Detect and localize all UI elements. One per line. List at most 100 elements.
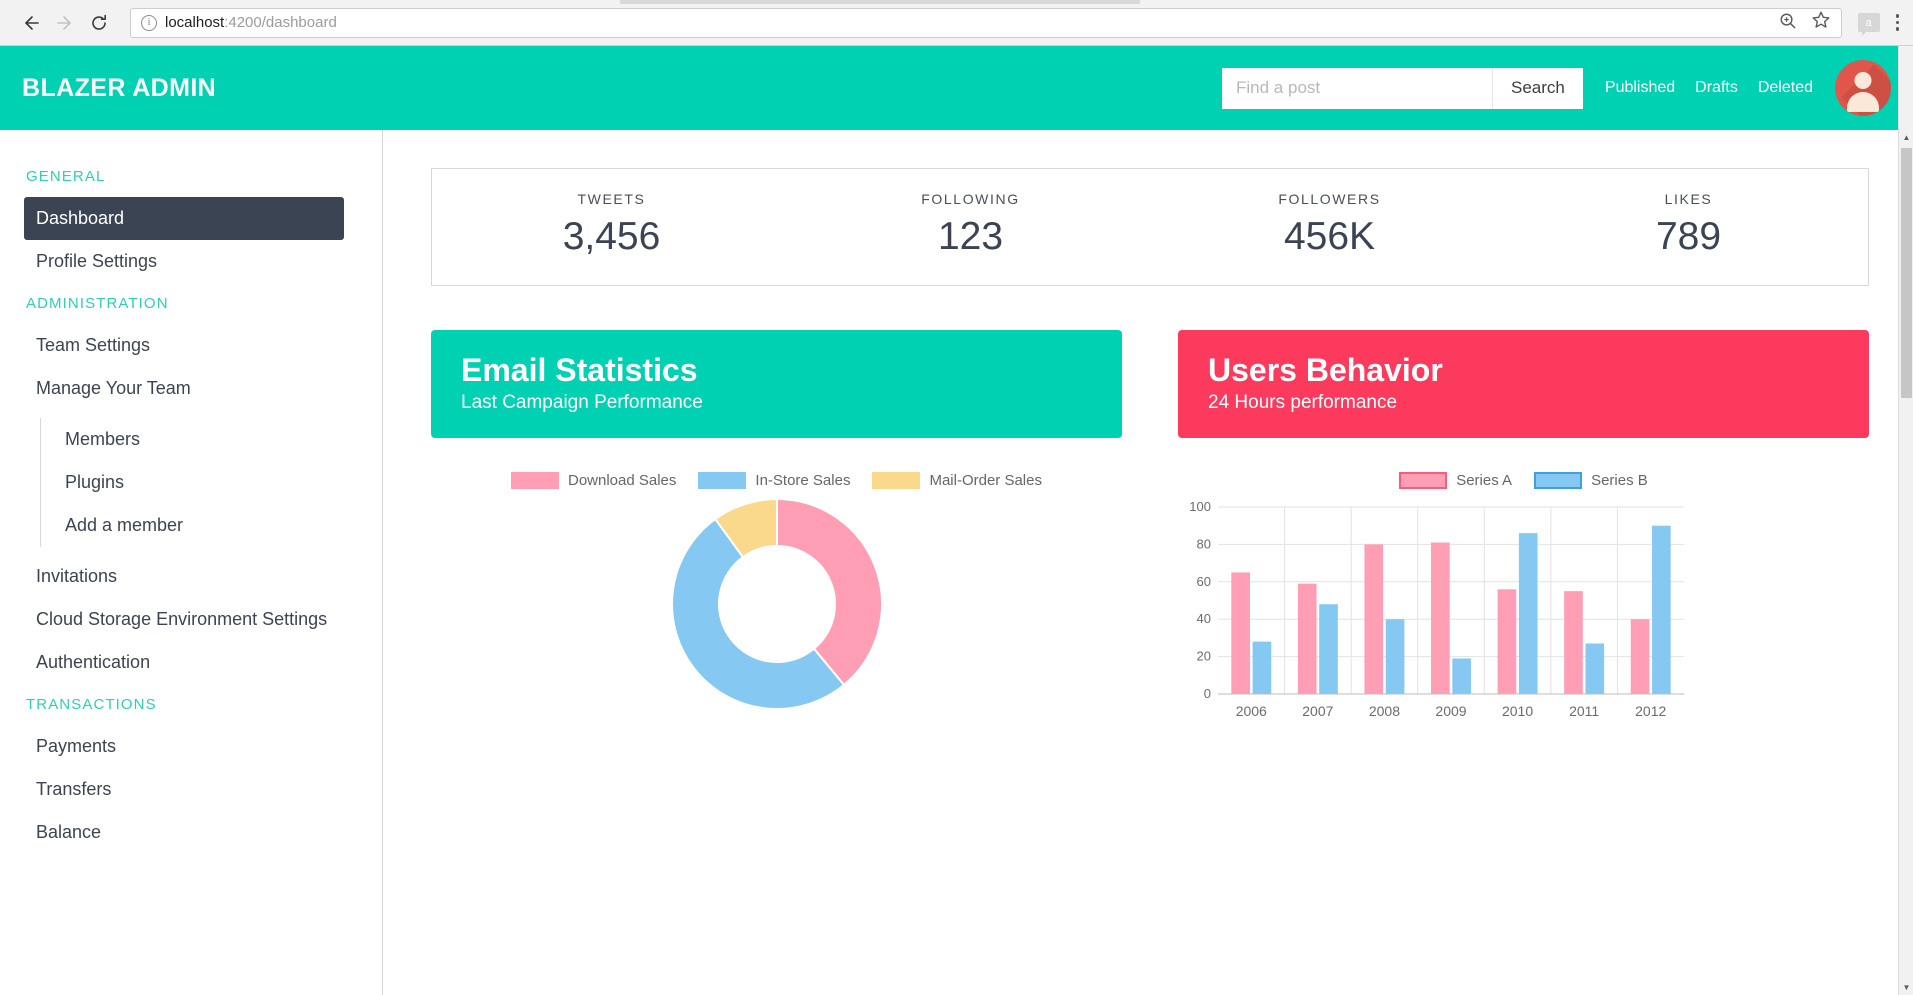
vertical-scrollbar[interactable]: ▲ ▼ bbox=[1898, 130, 1913, 995]
card-title: Users Behavior bbox=[1208, 352, 1443, 388]
reload-icon[interactable] bbox=[82, 6, 116, 40]
search-input[interactable] bbox=[1222, 67, 1493, 109]
legend-item-series-a[interactable]: Series A bbox=[1399, 471, 1512, 489]
page-body: GENERAL Dashboard Profile Settings ADMIN… bbox=[0, 130, 1913, 995]
sidebar-item-manage-your-team[interactable]: Manage Your Team bbox=[0, 367, 382, 410]
back-arrow-icon[interactable] bbox=[14, 6, 48, 40]
bar-series-b[interactable] bbox=[1585, 643, 1605, 694]
sidebar-item-members[interactable]: Members bbox=[41, 418, 382, 461]
sidebar-item-authentication[interactable]: Authentication bbox=[0, 641, 382, 684]
bar-series-a[interactable] bbox=[1431, 542, 1450, 694]
stat-followers: FOLLOWERS 456K bbox=[1150, 191, 1509, 259]
axis-tick-label: 0 bbox=[1204, 686, 1211, 701]
sidebar-section-administration: ADMINISTRATION bbox=[26, 295, 169, 312]
header-nav: Published Drafts Deleted bbox=[1605, 79, 1813, 97]
card-title: Email Statistics bbox=[461, 352, 698, 388]
axis-tick-label: 2008 bbox=[1369, 703, 1400, 719]
zoom-in-icon[interactable] bbox=[1778, 11, 1797, 35]
sidebar-item-add-a-member[interactable]: Add a member bbox=[41, 504, 382, 547]
bar-series-a[interactable] bbox=[1231, 572, 1250, 694]
sidebar-item-invitations[interactable]: Invitations bbox=[0, 555, 382, 598]
stat-value: 123 bbox=[937, 215, 1004, 258]
bar-series-a[interactable] bbox=[1364, 544, 1384, 694]
bar-series-a[interactable] bbox=[1297, 583, 1317, 694]
legend-swatch bbox=[511, 471, 559, 489]
extension-icon[interactable]: a bbox=[1857, 13, 1880, 36]
sidebar-item-dashboard[interactable]: Dashboard bbox=[24, 197, 344, 240]
bar-chart[interactable]: 0 20 40 60 80 100 2006 2007 2008 2009 2010 2011 2012 bbox=[1178, 499, 1869, 734]
sidebar-item-balance[interactable]: Balance bbox=[0, 811, 382, 854]
nav-link-drafts[interactable]: Drafts bbox=[1695, 79, 1738, 97]
bar-series-a[interactable] bbox=[1630, 618, 1650, 694]
search-form: Search bbox=[1222, 67, 1583, 109]
scrollbar-thumb[interactable] bbox=[1901, 148, 1912, 398]
doughnut-chart-wrap bbox=[431, 497, 1122, 711]
legend-label: Series B bbox=[1591, 471, 1648, 489]
legend-swatch bbox=[1534, 471, 1583, 489]
axis-tick-label: 20 bbox=[1197, 648, 1211, 663]
app-brand[interactable]: BLAZER ADMIN bbox=[22, 74, 216, 103]
sidebar-subgroup-team: Members Plugins Add a member bbox=[40, 418, 382, 547]
bar-series-b[interactable] bbox=[1385, 618, 1405, 694]
sidebar-section-general: GENERAL bbox=[26, 168, 106, 185]
bar-series-a[interactable] bbox=[1564, 590, 1583, 694]
axis-tick-label: 2006 bbox=[1236, 703, 1267, 719]
nav-link-deleted[interactable]: Deleted bbox=[1758, 79, 1813, 97]
address-bar[interactable]: i localhost:4200/dashboard bbox=[130, 7, 1842, 38]
site-info-icon[interactable]: i bbox=[141, 14, 157, 31]
bar-legend: Series A Series B bbox=[1178, 471, 1869, 489]
doughnut-slice[interactable] bbox=[775, 497, 883, 687]
three-dot-menu-icon[interactable] bbox=[1895, 14, 1899, 31]
sidebar-item-plugins[interactable]: Plugins bbox=[41, 461, 382, 504]
bar-series-b[interactable] bbox=[1518, 532, 1538, 694]
url-path: :4200/dashboard bbox=[224, 14, 337, 31]
axis-tick-label: 80 bbox=[1197, 536, 1211, 551]
doughnut-chart[interactable] bbox=[670, 497, 884, 711]
bar-series-b[interactable] bbox=[1652, 525, 1671, 694]
search-button[interactable]: Search bbox=[1492, 67, 1583, 109]
bar-series-b[interactable] bbox=[1319, 604, 1338, 694]
sidebar-item-cloud-storage-environment-settings[interactable]: Cloud Storage Environment Settings bbox=[0, 598, 382, 641]
sidebar-section-transactions: TRANSACTIONS bbox=[26, 696, 157, 713]
stats-panel: TWEETS 3,456 FOLLOWING 123 FOLLOWERS 456… bbox=[431, 168, 1869, 286]
scrollbar-top-cap bbox=[1898, 46, 1913, 130]
scroll-up-arrow-icon[interactable]: ▲ bbox=[1899, 130, 1913, 145]
card-email-statistics: Email Statistics Last Campaign Performan… bbox=[431, 330, 1122, 734]
forward-arrow-icon[interactable] bbox=[48, 6, 82, 40]
sidebar: GENERAL Dashboard Profile Settings ADMIN… bbox=[0, 130, 383, 995]
axis-tick-label: 2007 bbox=[1302, 703, 1333, 719]
legend-item-in-store-sales[interactable]: In-Store Sales bbox=[698, 471, 850, 489]
bar-series-a[interactable] bbox=[1497, 589, 1517, 694]
star-icon[interactable] bbox=[1811, 10, 1831, 35]
stat-likes: LIKES 789 bbox=[1509, 191, 1868, 259]
axis-tick-label: 2010 bbox=[1502, 703, 1533, 719]
stat-following: FOLLOWING 123 bbox=[791, 191, 1150, 259]
stat-label: LIKES bbox=[1664, 191, 1713, 207]
stat-label: TWEETS bbox=[577, 191, 646, 207]
legend-label: Download Sales bbox=[568, 471, 677, 489]
sidebar-item-team-settings[interactable]: Team Settings bbox=[0, 324, 382, 367]
stat-value: 456K bbox=[1283, 215, 1376, 258]
app-header: BLAZER ADMIN Search Published Drafts Del… bbox=[0, 46, 1913, 130]
bar-series-b[interactable] bbox=[1252, 641, 1272, 694]
legend-item-series-b[interactable]: Series B bbox=[1534, 471, 1648, 489]
sidebar-item-profile-settings[interactable]: Profile Settings bbox=[0, 240, 382, 283]
stat-label: FOLLOWING bbox=[921, 191, 1020, 207]
scroll-down-arrow-icon[interactable]: ▼ bbox=[1899, 980, 1913, 995]
axis-tick-label: 2011 bbox=[1569, 703, 1599, 719]
legend-item-download-sales[interactable]: Download Sales bbox=[511, 471, 677, 489]
bar-series-b[interactable] bbox=[1452, 658, 1471, 694]
avatar-head bbox=[1854, 72, 1872, 89]
axis-tick-label: 100 bbox=[1189, 499, 1211, 514]
axis-tick-label: 2009 bbox=[1435, 703, 1466, 719]
sidebar-item-transfers[interactable]: Transfers bbox=[0, 768, 382, 811]
nav-link-published[interactable]: Published bbox=[1605, 79, 1675, 97]
avatar[interactable] bbox=[1835, 60, 1891, 116]
stat-value: 789 bbox=[1655, 215, 1722, 258]
legend-label: Mail-Order Sales bbox=[929, 471, 1042, 489]
stat-value: 3,456 bbox=[562, 215, 661, 258]
card-subtitle: Last Campaign Performance bbox=[461, 391, 703, 413]
sidebar-item-payments[interactable]: Payments bbox=[0, 725, 382, 768]
legend-item-mail-order-sales[interactable]: Mail-Order Sales bbox=[872, 471, 1042, 489]
stat-label: FOLLOWERS bbox=[1278, 191, 1381, 207]
